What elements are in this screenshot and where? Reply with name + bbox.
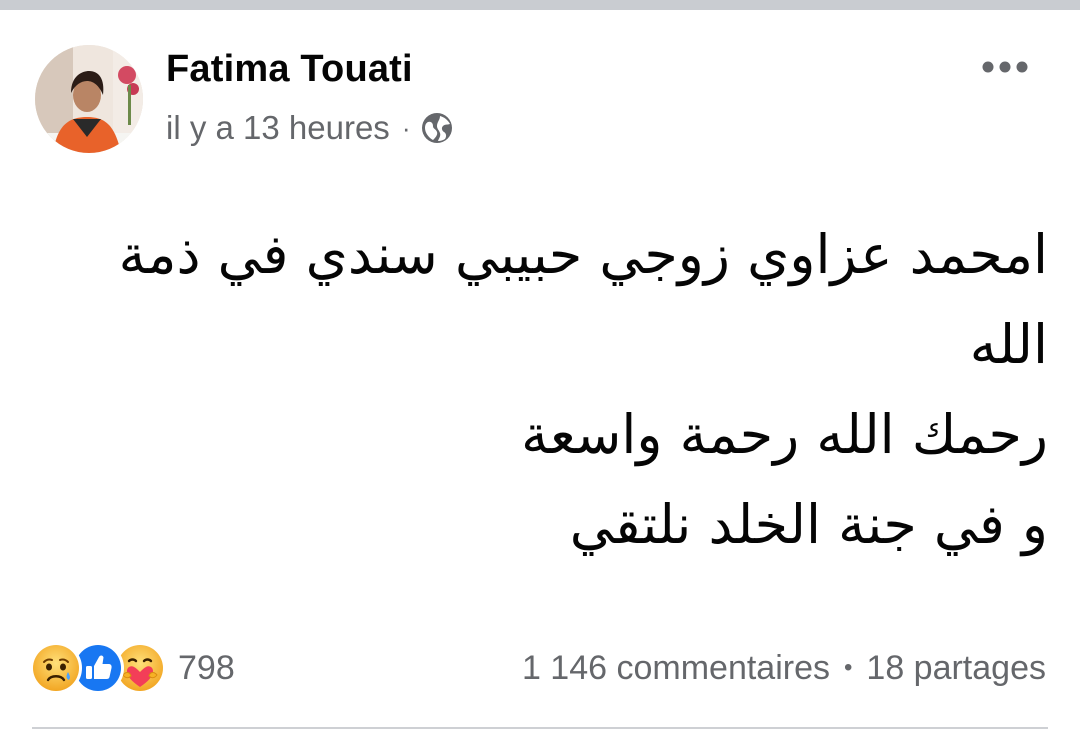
divider xyxy=(32,727,1048,729)
post-text-line-2: رحمك الله رحمة واسعة xyxy=(521,403,1048,466)
meta-separator: · xyxy=(401,112,411,143)
reactions-summary[interactable]: 798 xyxy=(30,640,235,696)
reaction-count: 798 xyxy=(178,648,235,687)
post-body: امحمد عزاوي زوجي حبيبي سندي في ذمة الله … xyxy=(40,210,1048,570)
more-options-button[interactable] xyxy=(974,50,1036,84)
top-strip xyxy=(0,0,1080,10)
post-text-line-1: امحمد عزاوي زوجي حبيبي سندي في ذمة الله xyxy=(118,223,1048,376)
sad-reaction-icon xyxy=(30,642,82,694)
engagement-summary: 1 146 commentaires • 18 partages xyxy=(522,645,1046,691)
engagement-separator: • xyxy=(844,654,853,681)
avatar[interactable] xyxy=(35,45,143,153)
comments-count-link[interactable]: 1 146 commentaires xyxy=(522,649,830,688)
globe-icon[interactable] xyxy=(420,111,454,145)
post-meta: il y a 13 heures · xyxy=(166,108,454,148)
post-text-line-3: و في جنة الخلد نلتقي xyxy=(569,493,1048,556)
more-horizontal-icon xyxy=(982,61,1028,73)
post-timestamp[interactable]: il y a 13 heures xyxy=(166,109,390,147)
author-name[interactable]: Fatima Touati xyxy=(166,48,413,91)
shares-count-link[interactable]: 18 partages xyxy=(866,649,1046,688)
